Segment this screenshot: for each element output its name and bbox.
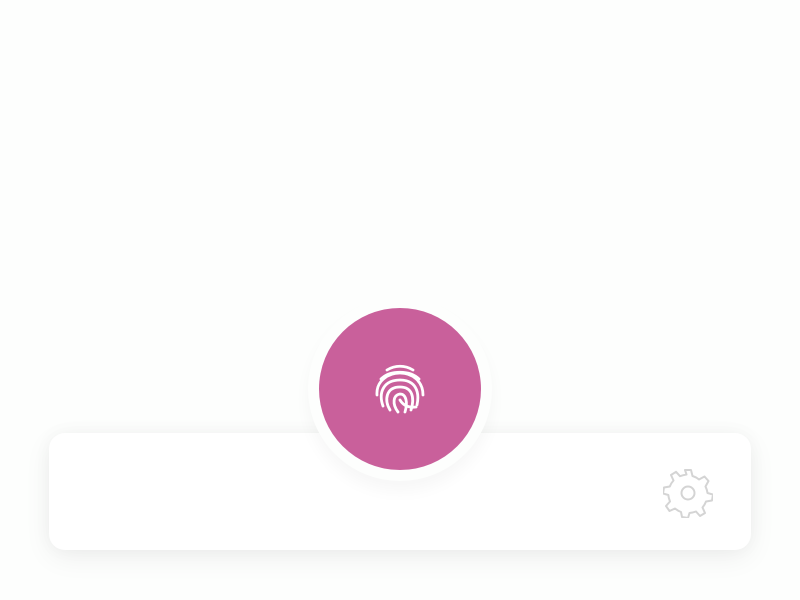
app-screen xyxy=(0,0,800,600)
fingerprint-button[interactable] xyxy=(319,308,481,470)
fingerprint-icon xyxy=(375,364,425,414)
gear-icon xyxy=(663,469,713,518)
settings-button[interactable] xyxy=(658,463,718,523)
